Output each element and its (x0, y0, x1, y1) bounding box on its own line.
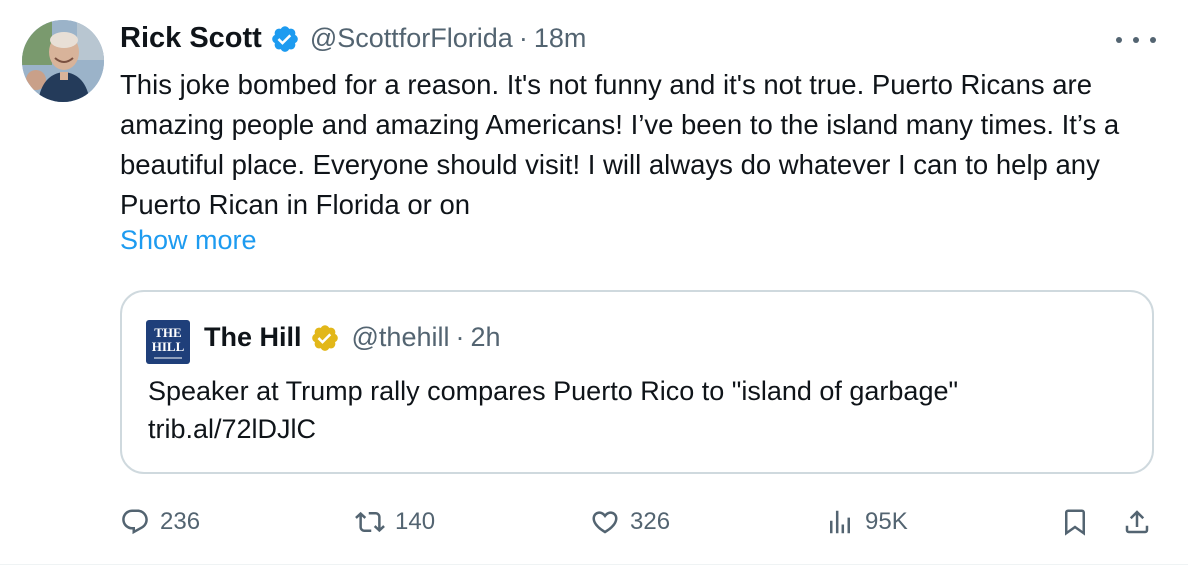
share-icon (1125, 510, 1149, 534)
tweet-text: This joke bombed for a reason. It's not … (120, 69, 1120, 220)
repost-count: 140 (395, 508, 436, 535)
heart-icon (592, 511, 618, 534)
bookmark-icon (1065, 509, 1085, 536)
the-hill-logo-icon: THE HILL (146, 320, 190, 364)
quoted-tweet[interactable]: THE HILL The Hill @thehill · 2h Speaker … (120, 290, 1154, 474)
views-button[interactable]: 95K (825, 500, 908, 544)
quoted-link[interactable]: trib.al/72lDJlC (148, 410, 1128, 448)
like-count: 326 (630, 508, 671, 535)
more-icon (1116, 37, 1122, 43)
the-hill-logo: THE HILL (146, 320, 190, 364)
bookmark-button[interactable] (1060, 500, 1090, 544)
more-icon-dot (1133, 37, 1139, 43)
tweet-actions-bar: 236 140 326 95K (0, 500, 1188, 544)
logo-text-top: THE (154, 325, 181, 340)
logo-text-bottom: HILL (152, 339, 185, 354)
like-button[interactable]: 326 (590, 500, 670, 544)
avatar[interactable] (22, 20, 104, 102)
author-name[interactable]: Rick Scott (120, 22, 262, 55)
show-more-link[interactable]: Show more (120, 225, 257, 256)
more-options-button[interactable] (1116, 30, 1156, 50)
verified-badge-icon (272, 25, 298, 52)
quoted-author-handle[interactable]: @thehill (352, 322, 450, 353)
reply-button[interactable]: 236 (120, 500, 200, 544)
share-button[interactable] (1122, 500, 1152, 544)
quoted-text-line: Speaker at Trump rally compares Puerto R… (148, 376, 959, 406)
author-handle[interactable]: @ScottforFlorida (310, 23, 513, 54)
tweet-timestamp[interactable]: 18m (534, 23, 587, 54)
quoted-meta-separator: · (455, 322, 465, 352)
meta-separator: · (518, 23, 528, 53)
views-count: 95K (865, 508, 908, 535)
gold-verified-badge-icon (311, 324, 338, 351)
quoted-header: The Hill @thehill · 2h (204, 322, 501, 353)
tweet-header: Rick Scott @ScottforFlorida · 18m (120, 22, 586, 55)
quoted-author-name[interactable]: The Hill (204, 322, 302, 353)
quoted-tweet-text: Speaker at Trump rally compares Puerto R… (148, 372, 1128, 448)
quoted-timestamp[interactable]: 2h (470, 322, 500, 353)
repost-button[interactable]: 140 (355, 500, 435, 544)
reply-count: 236 (160, 508, 201, 535)
views-icon (830, 510, 850, 534)
repost-icon (355, 511, 385, 533)
avatar-image (22, 20, 104, 102)
divider (0, 564, 1188, 565)
more-icon-dot (1150, 37, 1156, 43)
reply-icon (122, 509, 148, 535)
